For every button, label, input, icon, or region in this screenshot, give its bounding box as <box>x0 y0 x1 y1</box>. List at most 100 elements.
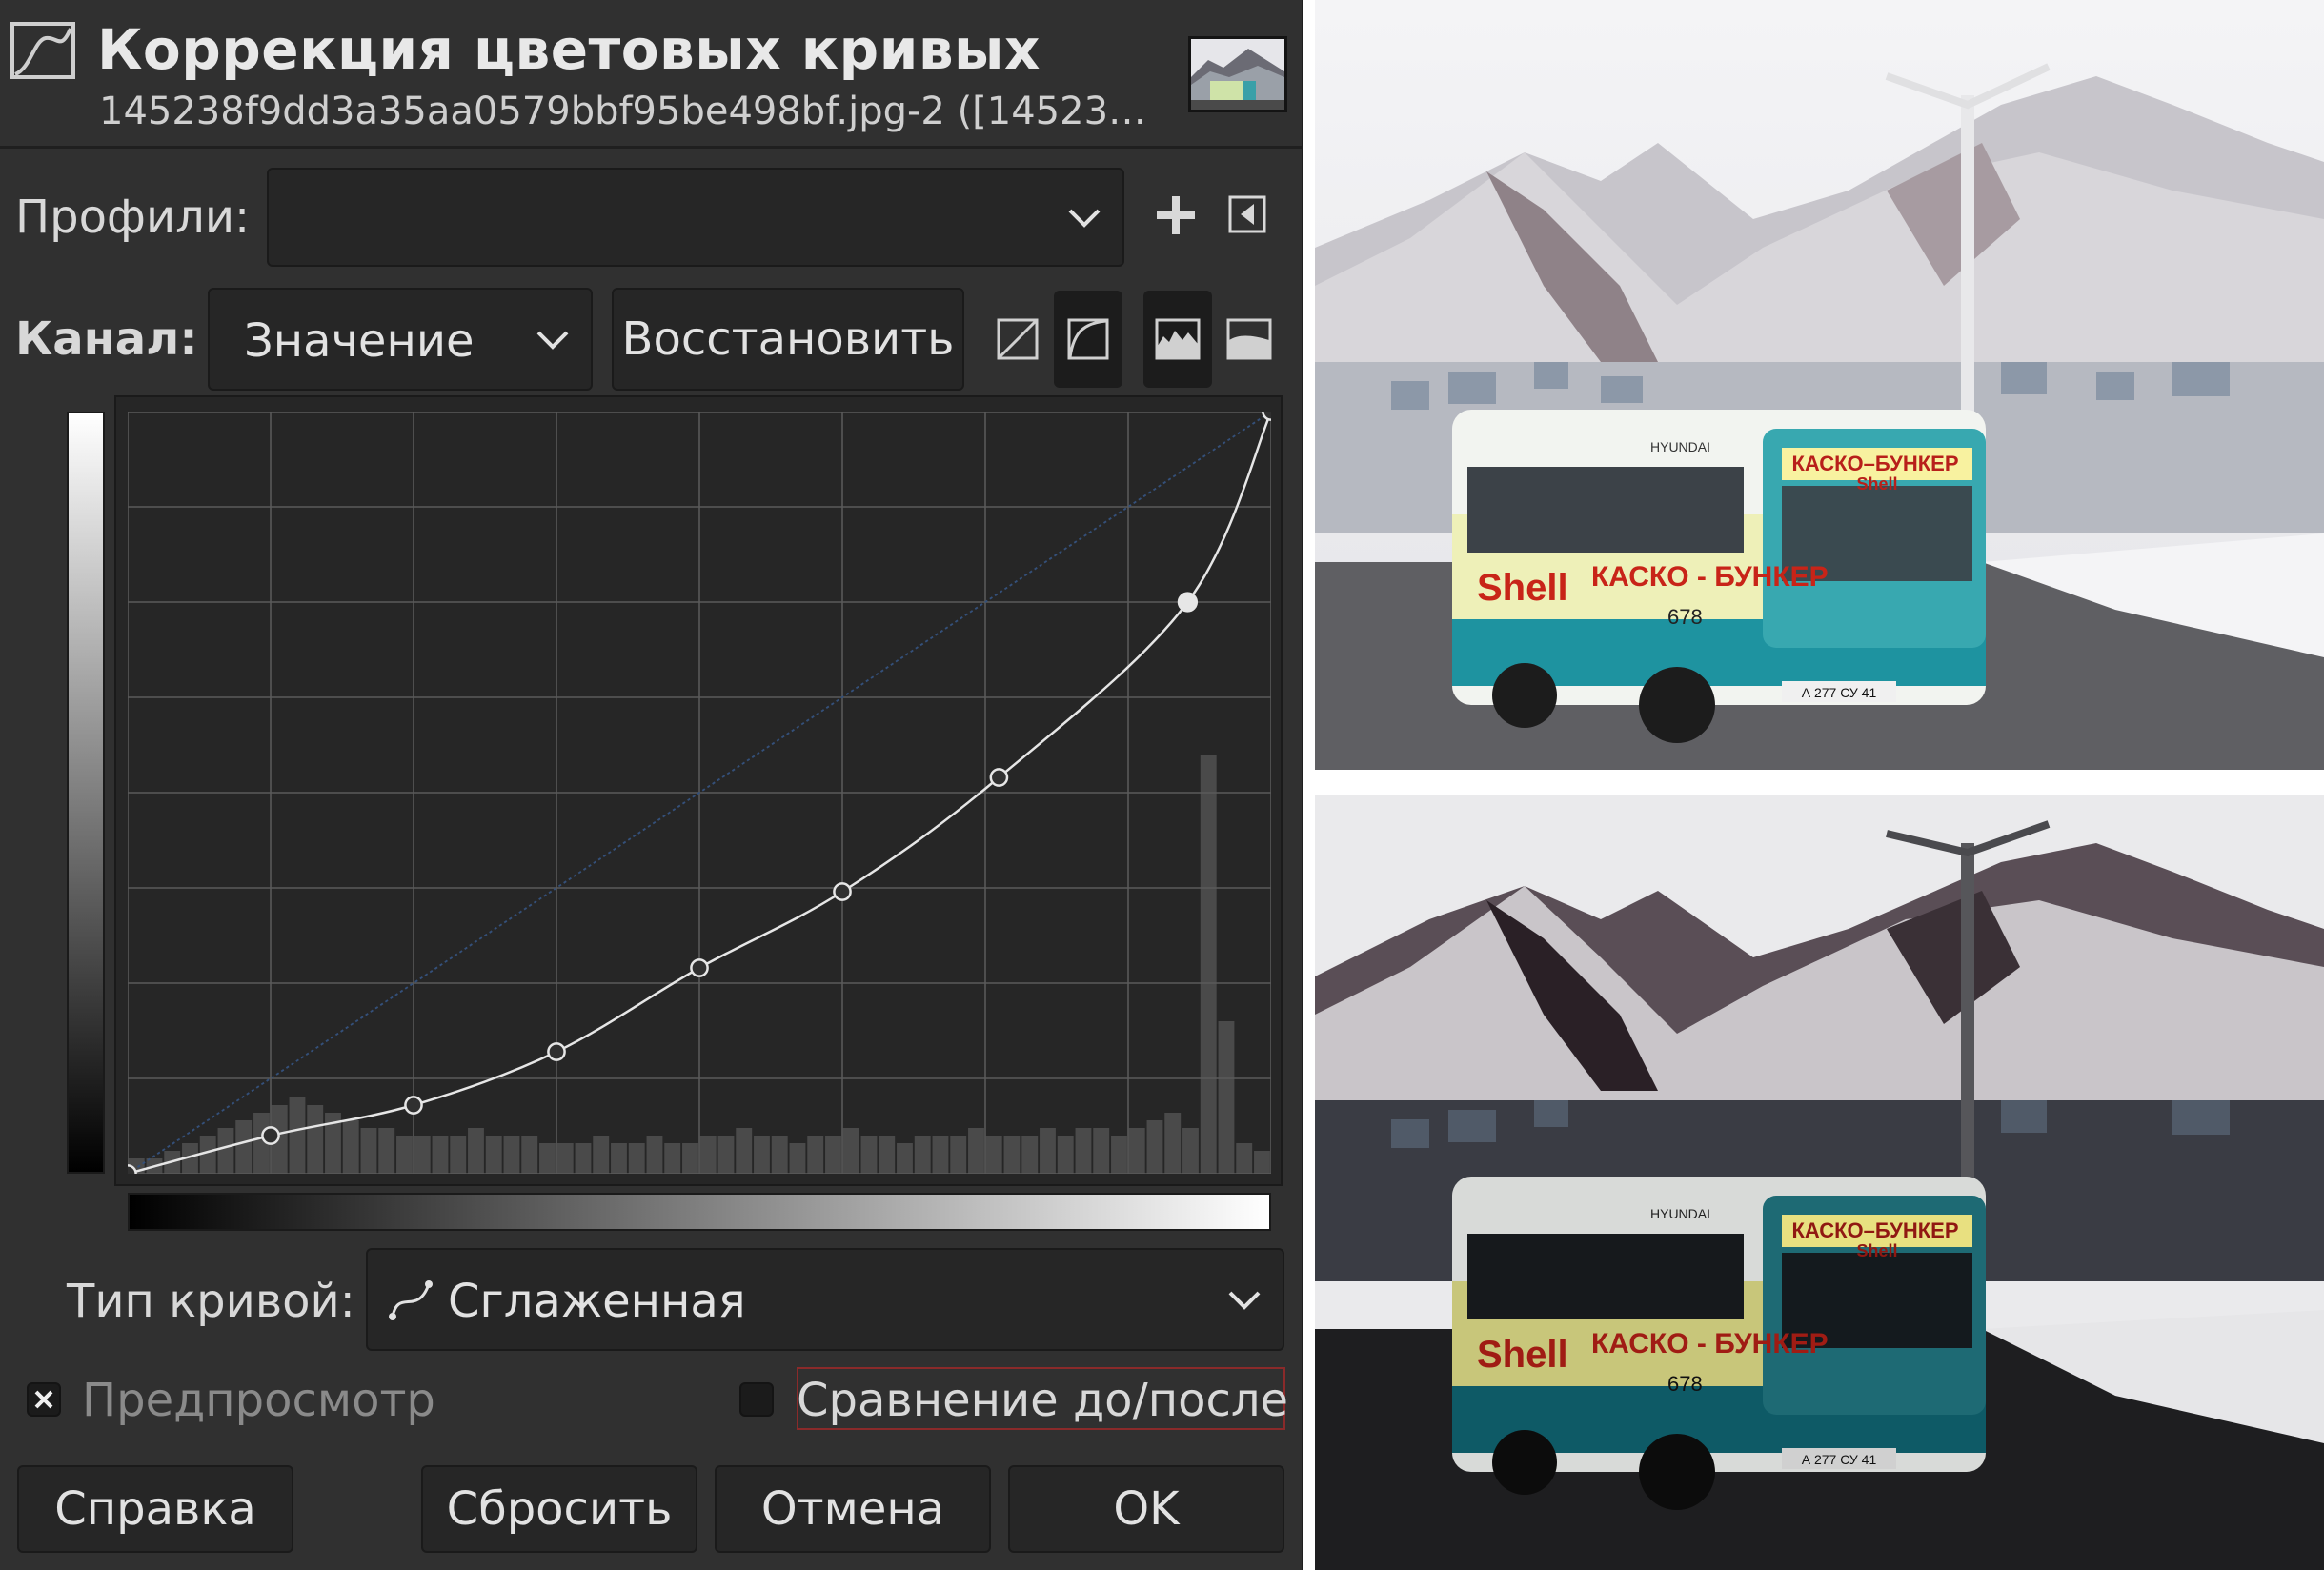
curve-control-point[interactable] <box>690 958 709 977</box>
histogram-bar <box>807 1136 824 1174</box>
profile-menu-icon[interactable] <box>1227 194 1267 234</box>
help-button[interactable]: Справка <box>17 1465 293 1553</box>
histogram-bar <box>968 1128 984 1174</box>
histogram-bar <box>611 1143 627 1174</box>
histogram-icon <box>1155 318 1201 360</box>
histogram-bar <box>628 1143 645 1174</box>
bus-ad-text: КАСКО - БУНКЕР <box>1591 1328 1829 1359</box>
histogram-bar <box>450 1136 467 1174</box>
curve-control-point[interactable] <box>261 1126 280 1145</box>
histogram-bar <box>1003 1136 1021 1174</box>
histogram-bar <box>289 1097 306 1174</box>
curve-control-point[interactable] <box>989 768 1009 787</box>
histogram-bar <box>307 1105 324 1174</box>
histogram-bar <box>754 1136 770 1174</box>
histogram-bar <box>539 1143 556 1174</box>
histogram-bar <box>932 1136 949 1174</box>
bus-brand-sign: Shell <box>1856 474 1897 493</box>
bus-make: HYUNDAI <box>1650 439 1710 454</box>
bus-brand-sign: Shell <box>1856 1241 1897 1260</box>
curve-graph[interactable] <box>128 412 1271 1174</box>
histogram-bar <box>1093 1128 1110 1174</box>
channel-combo[interactable]: Значение <box>208 288 593 391</box>
bus-fleet-number: 678 <box>1667 605 1703 629</box>
preview-label[interactable]: Предпросмотр <box>82 1374 435 1427</box>
profiles-combo[interactable] <box>267 168 1124 267</box>
chevron-down-icon <box>536 331 569 350</box>
histogram-bar <box>1075 1128 1092 1174</box>
histogram-view-button[interactable] <box>1143 291 1212 388</box>
bus-plate: А 277 СУ 41 <box>1802 1452 1877 1467</box>
histogram-bar <box>842 1128 859 1174</box>
histogram-bar <box>396 1136 413 1174</box>
curve-type-combo[interactable]: Сглаженная <box>366 1248 1284 1351</box>
profiles-label: Профили: <box>15 191 251 244</box>
chevron-down-icon <box>1228 1291 1261 1310</box>
histogram-bar <box>556 1143 574 1174</box>
reset-button[interactable]: Сбросить <box>421 1465 697 1553</box>
bus-brand-ad: Shell <box>1477 1334 1568 1376</box>
curve-control-point[interactable] <box>1262 412 1271 421</box>
histogram-bar <box>235 1120 253 1174</box>
histogram-bar <box>521 1136 538 1174</box>
histogram-alt-view-button[interactable] <box>1215 291 1283 388</box>
histogram-bar <box>1200 755 1217 1174</box>
logarithmic-histogram-button[interactable] <box>1054 291 1122 388</box>
photo-after: КАСКО–БУНКЕР Shell Shell КАСКО - БУНКЕР … <box>1315 795 2324 1570</box>
compare-checkbox[interactable] <box>739 1382 774 1417</box>
channel-value: Значение <box>244 314 475 368</box>
histogram-bar <box>1057 1136 1074 1174</box>
histogram-bar <box>682 1143 698 1174</box>
curves-tool-icon <box>10 22 75 79</box>
bus-route-sign: КАСКО–БУНКЕР <box>1791 452 1958 475</box>
bus-ad-text: КАСКО - БУНКЕР <box>1591 561 1829 593</box>
histogram-bar <box>503 1136 520 1174</box>
histogram-bar <box>1254 1151 1270 1174</box>
curve-control-point[interactable] <box>833 882 852 901</box>
dialog-header: Коррекция цветовых кривых 145238f9dd3a35… <box>0 0 1303 149</box>
histogram-bar <box>1146 1120 1163 1174</box>
smooth-curve-icon <box>389 1280 433 1320</box>
logarithmic-histogram-icon <box>1067 318 1109 360</box>
histogram-bar <box>789 1143 806 1174</box>
histogram-bar <box>1040 1128 1056 1174</box>
histogram-bar <box>825 1136 841 1174</box>
histogram-bar <box>879 1136 896 1174</box>
histogram-bar <box>468 1128 484 1174</box>
linear-histogram-icon <box>997 318 1039 360</box>
linear-histogram-button[interactable] <box>983 291 1052 388</box>
photo-before: КАСКО–БУНКЕР Shell Shell КАСКО - БУНКЕР … <box>1315 0 2324 770</box>
histogram-bar <box>1128 1128 1145 1174</box>
histogram-bar <box>342 1120 359 1174</box>
histogram-bar <box>360 1128 377 1174</box>
histogram-bar <box>432 1136 449 1174</box>
bus-plate: А 277 СУ 41 <box>1802 685 1877 700</box>
ok-button[interactable]: OK <box>1008 1465 1284 1553</box>
dialog-title: Коррекция цветовых кривых <box>97 17 1041 82</box>
curve-control-point[interactable] <box>404 1096 423 1115</box>
compare-label[interactable]: Сравнение до/после <box>797 1374 1288 1427</box>
histogram-bar <box>985 1136 1002 1174</box>
histogram-alt-icon <box>1226 318 1272 360</box>
histogram-bar <box>1182 1128 1199 1174</box>
curve-control-point[interactable] <box>547 1042 566 1061</box>
output-gradient-bar <box>67 412 105 1174</box>
histogram-bar <box>860 1136 878 1174</box>
preview-checkbox[interactable] <box>27 1382 61 1417</box>
cancel-button[interactable]: Отмена <box>715 1465 991 1553</box>
histogram-bar <box>199 1136 216 1174</box>
add-profile-icon[interactable] <box>1153 192 1199 238</box>
histogram-bar <box>575 1143 592 1174</box>
bus-route-sign: КАСКО–БУНКЕР <box>1791 1218 1958 1242</box>
reset-channel-button[interactable]: Восстановить <box>612 288 964 391</box>
histogram-bar <box>771 1136 788 1174</box>
input-gradient-bar <box>128 1193 1271 1231</box>
histogram-bar <box>897 1143 913 1174</box>
histogram-bar <box>914 1136 931 1174</box>
histogram-bar <box>736 1128 753 1174</box>
curve-control-point[interactable] <box>1177 592 1199 613</box>
histogram-bar <box>378 1128 395 1174</box>
histogram-bar <box>664 1143 681 1174</box>
histogram-bar <box>699 1136 717 1174</box>
histogram-bar <box>1111 1136 1127 1174</box>
